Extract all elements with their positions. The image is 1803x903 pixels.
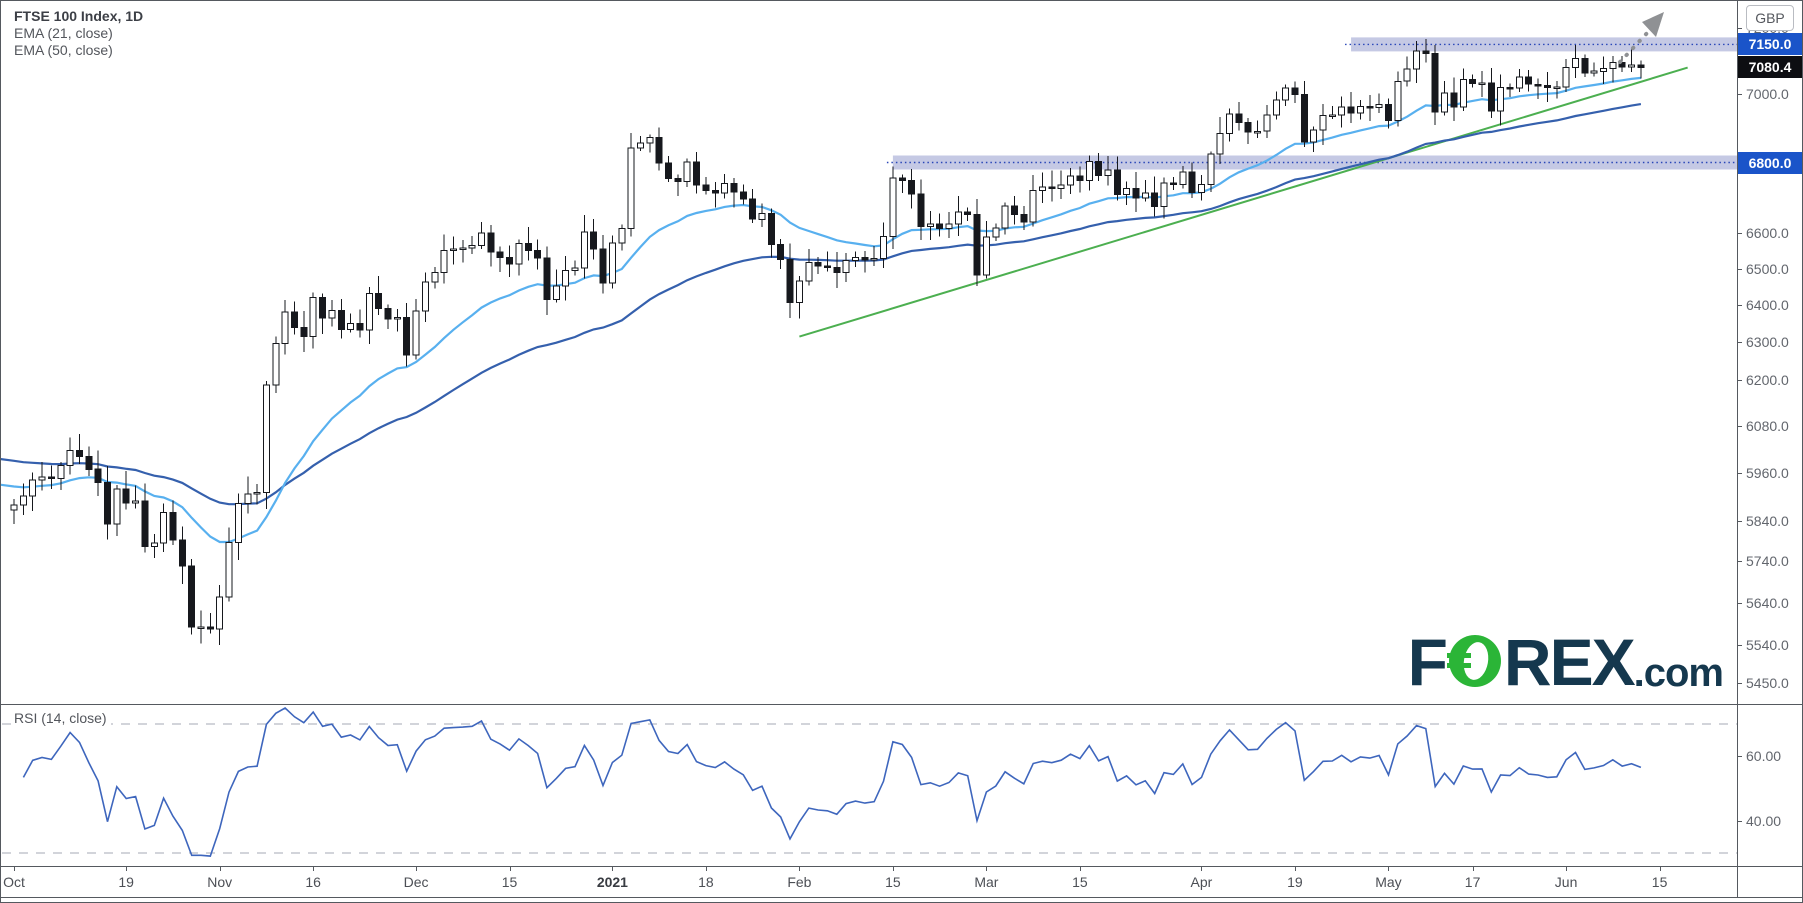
forex-o-logo-icon <box>1447 632 1503 693</box>
trendline[interactable] <box>799 68 1687 337</box>
forex-com-watermark: F REX .com <box>1363 624 1723 700</box>
price-tick-label: 7000.0 <box>1746 86 1789 102</box>
price-tick-label: 5450.0 <box>1746 675 1789 691</box>
time-tick-label: Nov <box>207 867 232 897</box>
rsi-tick-label: 60.00 <box>1746 748 1781 764</box>
time-axis[interactable]: Oct 19 Nov 16 Dec 15 2021 18 Feb 15 Mar 15 Apr 19 May 1… <box>0 867 1737 897</box>
watermark-text-rex: REX <box>1504 629 1634 695</box>
ema50-legend-label: EMA (50, close) <box>14 42 143 59</box>
time-tick-label: Oct <box>3 867 25 897</box>
time-tick-label: 19 <box>1287 867 1303 897</box>
time-tick-label: Apr <box>1191 867 1213 897</box>
time-tick-label: May <box>1375 867 1401 897</box>
price-marker-label: 7150.0 <box>1738 33 1802 55</box>
time-tick-label: Jun <box>1555 867 1578 897</box>
time-tick-label: Feb <box>787 867 811 897</box>
price-tick-label: 5640.0 <box>1746 595 1789 611</box>
rsi-line[interactable] <box>23 708 1641 856</box>
price-tick-label: 5740.0 <box>1746 553 1789 569</box>
watermark-text-com: .com <box>1634 651 1723 700</box>
time-tick-label: 15 <box>1072 867 1088 897</box>
time-tick-label: Mar <box>974 867 998 897</box>
price-tick-label: 6300.0 <box>1746 334 1789 350</box>
rsi-legend-label: RSI (14, close) <box>14 710 111 726</box>
price-tick-label: 6500.0 <box>1746 261 1789 277</box>
price-tick-label: 6200.0 <box>1746 372 1789 388</box>
time-tick-label: 15 <box>885 867 901 897</box>
rsi-tick-label: 40.00 <box>1746 813 1781 829</box>
price-tick-label: 5840.0 <box>1746 513 1789 529</box>
chart-canvas[interactable] <box>0 0 1803 903</box>
price-marker-label: 7080.4 <box>1738 56 1802 78</box>
ema21-legend-label: EMA (21, close) <box>14 25 143 42</box>
price-tick-label: 6600.0 <box>1746 225 1789 241</box>
price-tick-label: 6400.0 <box>1746 297 1789 313</box>
time-tick-label: 16 <box>305 867 321 897</box>
watermark-text-f: F <box>1408 629 1446 695</box>
price-tick-label: 5540.0 <box>1746 637 1789 653</box>
symbol-title: FTSE 100 Index, 1D <box>14 8 143 25</box>
price-axis[interactable]: GBP 7200.07000.06600.06500.06400.06300.0… <box>1737 0 1803 903</box>
time-tick-label: 2021 <box>597 867 628 897</box>
chart-legend: FTSE 100 Index, 1D EMA (21, close) EMA (… <box>14 8 143 59</box>
time-tick-label: 18 <box>698 867 714 897</box>
time-tick-label: Dec <box>404 867 429 897</box>
time-tick-label: 17 <box>1465 867 1481 897</box>
time-tick-label: 15 <box>502 867 518 897</box>
time-tick-label: 15 <box>1652 867 1668 897</box>
currency-badge[interactable]: GBP <box>1746 5 1794 31</box>
ema21-line[interactable] <box>0 78 1641 542</box>
trading-chart-window: FTSE 100 Index, 1D EMA (21, close) EMA (… <box>0 0 1803 903</box>
price-tick-label: 5960.0 <box>1746 465 1789 481</box>
candlestick-series[interactable] <box>11 39 1644 645</box>
trend-arrow-icon[interactable] <box>1620 12 1664 62</box>
price-marker-label: 6800.0 <box>1738 152 1802 174</box>
chart-frame <box>0 0 1803 903</box>
time-tick-label: 19 <box>118 867 134 897</box>
price-tick-label: 6080.0 <box>1746 418 1789 434</box>
